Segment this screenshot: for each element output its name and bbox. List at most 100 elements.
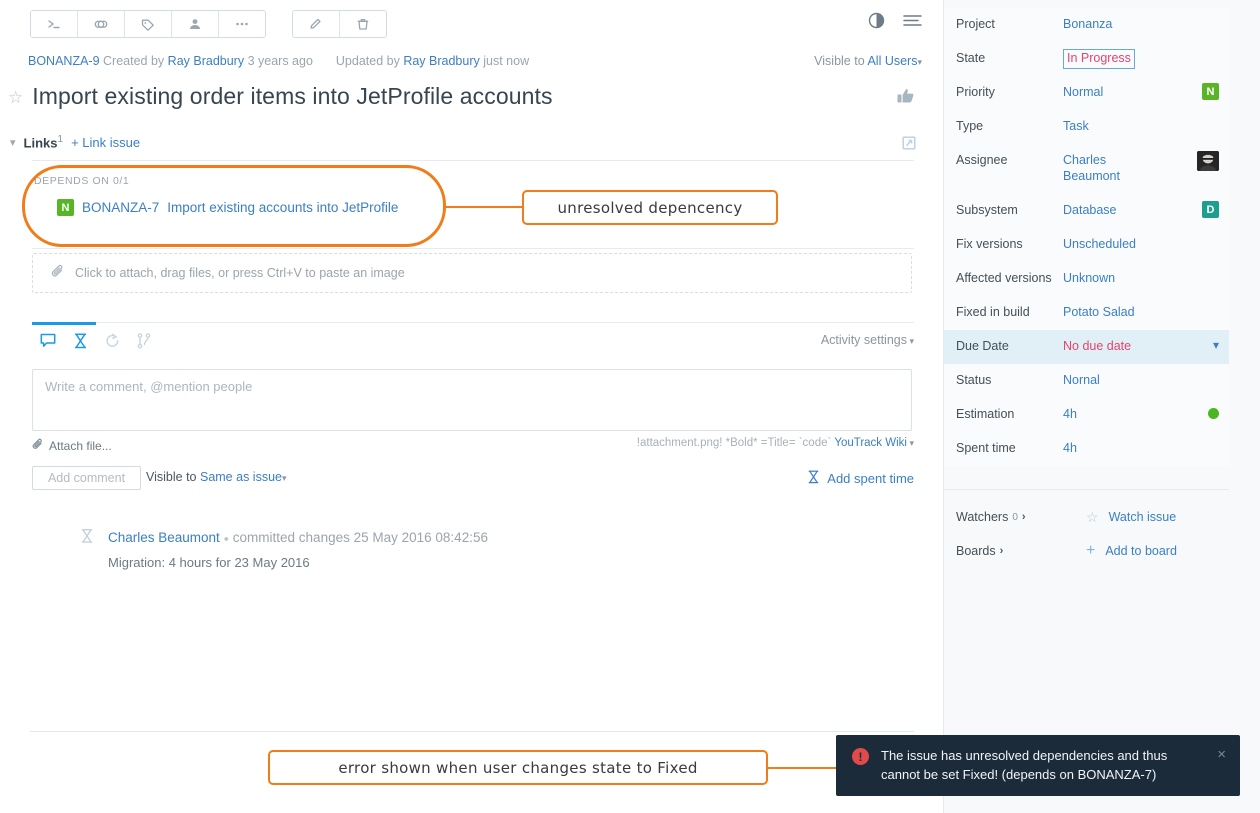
star-icon[interactable]: ☆ [8,82,23,106]
close-icon[interactable]: × [1217,746,1226,763]
field-subsystem[interactable]: Subsystem Database D [944,194,1229,228]
field-value[interactable]: In Progress [1063,49,1135,69]
boards-row: Boards › + Add to board [944,534,1229,568]
edit-button[interactable] [293,11,340,37]
field-status[interactable]: Status Nornal [944,364,1229,398]
created-by-prefix: Created by [103,54,164,68]
watchers-count: 0 [1012,512,1018,523]
more-button[interactable] [219,11,265,37]
tab-history[interactable] [96,322,128,352]
created-by-user[interactable]: Ray Bradbury [168,54,244,68]
field-label: Due Date [956,330,1063,353]
add-comment-button[interactable]: Add comment [32,466,141,490]
menu-icon[interactable] [903,13,922,31]
link-button[interactable] [78,11,125,37]
tab-work[interactable] [64,322,96,352]
error-icon: ! [852,748,869,765]
chevron-down-icon[interactable]: ▾ [10,136,16,149]
depends-on-title: DEPENDS ON 0/1 [34,175,398,187]
field-label: Priority [956,76,1063,99]
linked-issue-row[interactable]: N BONANZA-7 Import existing accounts int… [57,199,398,216]
field-priority[interactable]: Priority Normal N [944,76,1229,110]
avatar [1197,151,1219,171]
field-value[interactable]: Bonanza [1063,8,1229,33]
field-fixed-in-build[interactable]: Fixed in build Potato Salad [944,296,1229,330]
expand-links-icon[interactable] [902,136,916,153]
thumbs-up-icon[interactable] [897,88,914,109]
comment-input[interactable]: Write a comment, @mention people [32,369,912,431]
activity-entry-user[interactable]: Charles Beaumont [108,530,220,545]
chevron-down-icon: ▾ [907,336,914,346]
tab-comments[interactable] [32,322,64,352]
delete-button[interactable] [340,11,386,37]
add-spent-time-label: Add spent time [827,471,914,486]
field-value[interactable]: Potato Salad [1063,296,1229,321]
status-dot-icon [1208,405,1219,419]
command-button[interactable] [31,11,78,37]
bottom-divider [30,731,914,732]
attachment-dropzone[interactable]: Click to attach, drag files, or press Ct… [32,253,912,293]
comment-visibility-value[interactable]: Same as issue [200,470,282,484]
field-fix-versions[interactable]: Fix versions Unscheduled [944,228,1229,262]
field-estimation[interactable]: Estimation 4h [944,398,1229,432]
assignee-button[interactable] [172,11,219,37]
field-due-date[interactable]: Due Date No due date ▾ [944,330,1229,364]
updated-by-user[interactable]: Ray Bradbury [403,54,479,68]
field-label: Spent time [956,432,1063,455]
wiki-hint-link[interactable]: YouTrack Wiki [834,437,907,449]
linked-issue-id[interactable]: BONANZA-7 [82,200,159,215]
field-value[interactable]: Unknown [1063,262,1229,287]
link-issue-button[interactable]: + Link issue [71,135,140,150]
page-title: Import existing order items into JetProf… [32,82,552,111]
field-label: Assignee [956,144,1063,167]
separator-dot: ● [224,533,229,543]
field-value[interactable]: No due date [1063,330,1229,355]
field-label: Type [956,110,1063,133]
comment-placeholder: Write a comment, @mention people [45,379,252,394]
field-assignee[interactable]: Assignee Charles Beaumont [944,144,1229,194]
tag-button[interactable] [125,11,172,37]
hourglass-icon [807,470,820,487]
field-spent-time[interactable]: Spent time 4h [944,432,1229,466]
chevron-down-icon: ▾ [282,473,287,483]
chevron-down-icon: ▾ [917,57,922,67]
field-value[interactable]: Nornal [1063,364,1229,389]
activity-settings-button[interactable]: Activity settings ▾ [821,333,914,347]
priority-badge-icon: N [57,199,74,216]
add-to-board-label: Add to board [1105,544,1177,558]
linked-issue-summary[interactable]: Import existing accounts into JetProfile [167,200,398,215]
field-label: Estimation [956,398,1063,421]
field-state[interactable]: State In Progress [944,42,1229,76]
links-section-header: ▾ Links1 + Link issue [10,134,140,150]
attach-file-button[interactable]: Attach file... [32,438,112,454]
header-right-icons [868,12,922,32]
field-value[interactable]: Task [1063,110,1229,135]
contrast-icon[interactable] [868,12,885,32]
watchers-button[interactable]: Watchers0 › [956,510,1086,524]
comment-visible-prefix: Visible to [146,470,197,484]
add-spent-time-button[interactable]: Add spent time [807,470,914,487]
tab-vcs[interactable] [128,322,160,352]
chevron-down-icon[interactable]: ▾ [1213,337,1219,352]
field-value[interactable]: 4h [1063,398,1229,423]
issue-id[interactable]: BONANZA-9 [28,54,100,68]
field-affected-versions[interactable]: Affected versions Unknown [944,262,1229,296]
boards-button[interactable]: Boards › [956,544,1086,558]
annotation-error-state: error shown when user changes state to F… [268,750,768,785]
activity-entry-action: committed changes [233,530,350,545]
created-ago: 3 years ago [248,54,313,68]
sidebar-bottom-panel: Watchers0 › ☆ Watch issue Boards › + Add… [944,500,1229,568]
watch-issue-button[interactable]: ☆ Watch issue [1086,509,1176,526]
field-value[interactable]: 4h [1063,432,1229,457]
visibility-value[interactable]: All Users [867,54,917,68]
chevron-right-icon[interactable]: › [1022,511,1026,523]
watch-issue-label: Watch issue [1109,510,1177,524]
field-type[interactable]: Type Task [944,110,1229,144]
field-project[interactable]: Project Bonanza [944,8,1229,42]
attach-file-label: Attach file... [49,439,112,453]
field-value[interactable]: Unscheduled [1063,228,1229,253]
add-to-board-button[interactable]: + Add to board [1086,543,1177,559]
chevron-right-icon[interactable]: › [1000,545,1004,557]
field-label: Project [956,8,1063,31]
wiki-markup-hint: !attachment.png! *Bold* =Title= `code` Y… [637,437,914,449]
